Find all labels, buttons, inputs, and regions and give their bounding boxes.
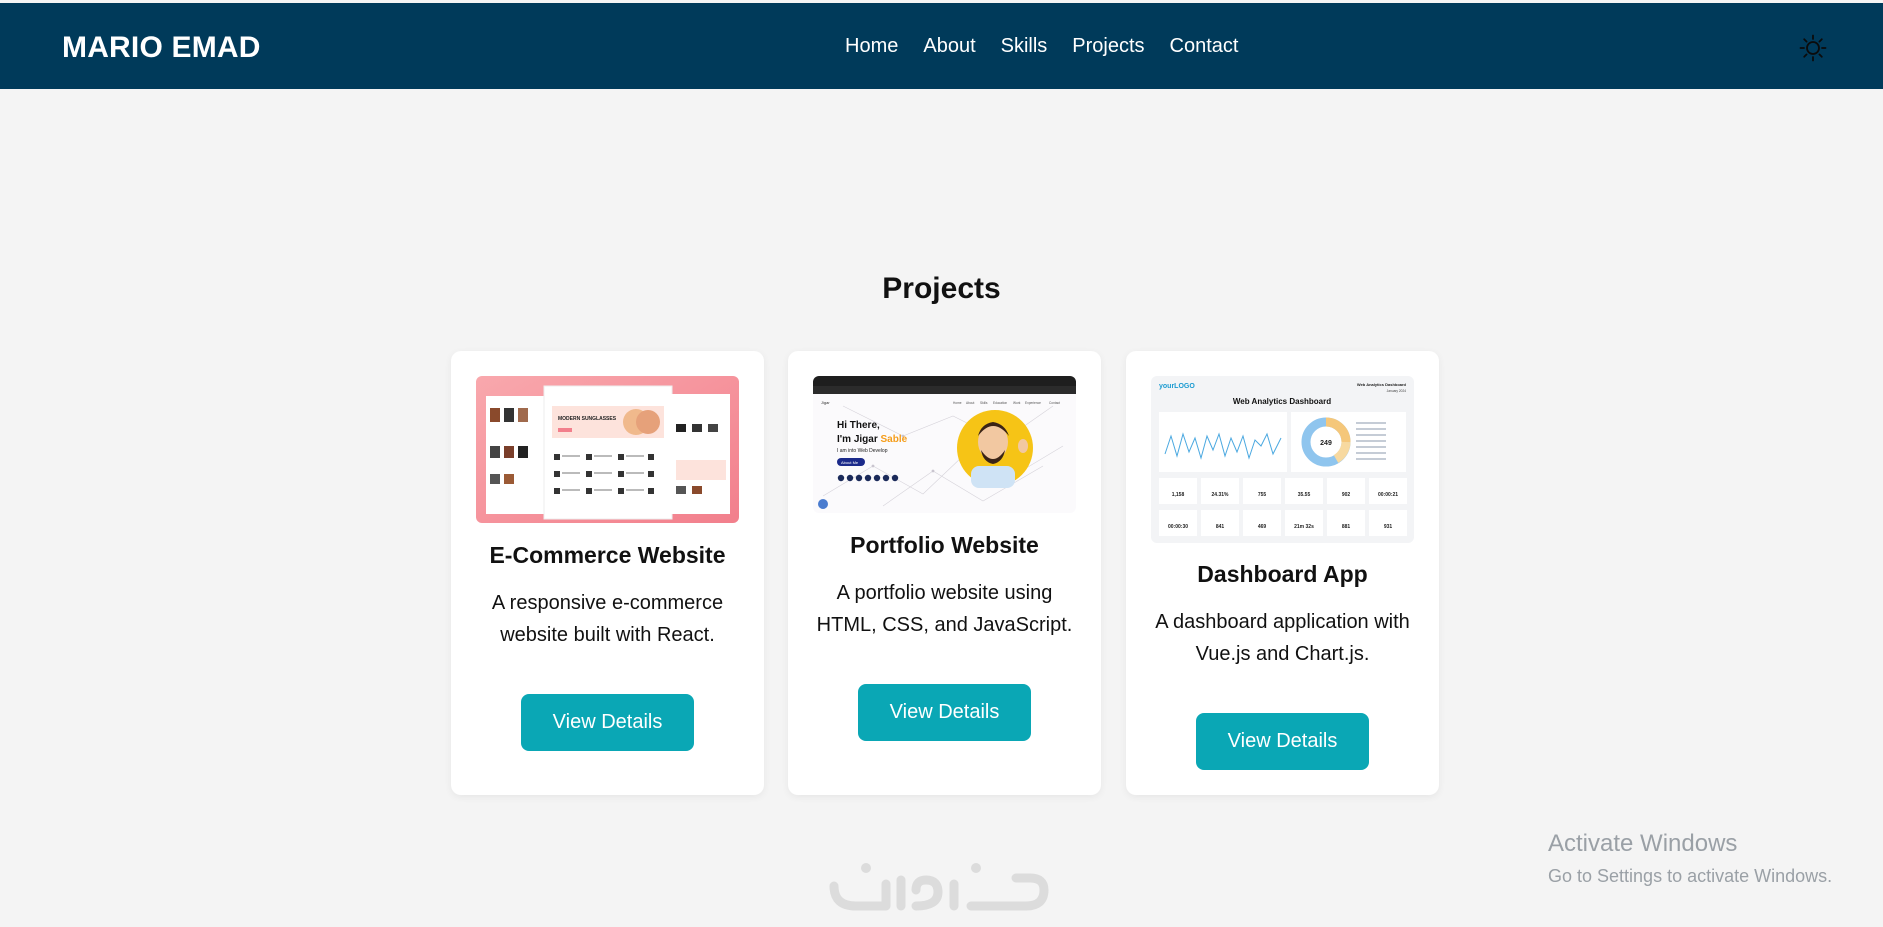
dashboard-title: Web Analytics Dashboard bbox=[1233, 397, 1331, 406]
svg-text:Web Analytics Dashboard: Web Analytics Dashboard bbox=[1357, 382, 1407, 387]
view-details-button[interactable]: View Details bbox=[1196, 713, 1369, 770]
svg-text:Home: Home bbox=[953, 401, 962, 405]
hero-name-prefix: I'm Jigar bbox=[837, 434, 878, 445]
svg-text:1,158: 1,158 bbox=[1172, 492, 1185, 498]
svg-text:00:00:30: 00:00:30 bbox=[1168, 524, 1188, 530]
svg-text:00:00:21: 00:00:21 bbox=[1378, 492, 1398, 498]
activate-subtitle: Go to Settings to activate Windows. bbox=[1548, 866, 1833, 886]
brand-logo[interactable]: MARIO EMAD bbox=[62, 31, 261, 65]
project-card-dashboard: yourLOGO Web Analytics Dashboard January… bbox=[1126, 351, 1439, 795]
donut-value: 249 bbox=[1320, 440, 1332, 447]
svg-text:881: 881 bbox=[1342, 524, 1351, 530]
svg-text:755: 755 bbox=[1258, 492, 1267, 498]
svg-text:469: 469 bbox=[1258, 524, 1267, 530]
project-card-portfolio: Jigar Home About Skills Education Work Exper… bbox=[788, 351, 1101, 795]
dashboard-logo: yourLOGO bbox=[1159, 383, 1195, 390]
portfolio-thumbnail: Jigar Home About Skills Education Work Exper… bbox=[813, 376, 1076, 513]
card-title: Portfolio Website bbox=[850, 532, 1039, 558]
card-description: A dashboard application with Vue.js and … bbox=[1155, 611, 1410, 665]
svg-text:931: 931 bbox=[1384, 524, 1393, 530]
card-description: A responsive e-commerce website built wi… bbox=[491, 592, 724, 646]
hero-greeting: Hi There, bbox=[837, 420, 880, 431]
nav-contact-link[interactable]: Contact bbox=[1170, 35, 1239, 58]
svg-text:21m 32s: 21m 32s bbox=[1294, 524, 1314, 530]
view-details-button[interactable]: View Details bbox=[521, 694, 694, 751]
watermark-logo bbox=[829, 863, 1049, 911]
card-title: Dashboard App bbox=[1197, 561, 1368, 587]
card-description: A portfolio website using HTML, CSS, and… bbox=[816, 582, 1073, 636]
svg-text:841: 841 bbox=[1216, 524, 1225, 530]
main-nav: Home About Skills Projects Contact bbox=[845, 35, 1263, 58]
svg-text:35.55: 35.55 bbox=[1298, 492, 1311, 498]
nav-skills-link[interactable]: Skills bbox=[1001, 35, 1048, 58]
svg-text:902: 902 bbox=[1342, 492, 1351, 498]
svg-text:I'm Jigar Sable: I'm Jigar Sable bbox=[837, 434, 908, 445]
nav-home-link[interactable]: Home bbox=[845, 35, 898, 58]
svg-text:Work: Work bbox=[1013, 401, 1021, 405]
svg-text:About: About bbox=[966, 401, 974, 405]
banner-text: MODERN SUNGLASSES bbox=[558, 416, 617, 422]
sun-icon bbox=[1799, 34, 1827, 62]
ecommerce-thumbnail: MODERN SUNGLASSES bbox=[476, 376, 739, 523]
project-card-ecommerce: MODERN SUNGLASSES E-Commerce Website A r… bbox=[451, 351, 764, 795]
projects-section-title: Projects bbox=[882, 272, 1001, 305]
view-details-button[interactable]: View Details bbox=[858, 684, 1031, 741]
hero-role: I am into Web Develop bbox=[837, 448, 888, 454]
hero-name-highlight: Sable bbox=[881, 434, 908, 445]
card-title: E-Commerce Website bbox=[489, 542, 726, 568]
windows-activation-notice: Activate Windows Go to Settings to activ… bbox=[1548, 830, 1832, 887]
svg-text:Education: Education bbox=[993, 401, 1007, 405]
dashboard-thumbnail: yourLOGO Web Analytics Dashboard January… bbox=[1151, 376, 1414, 543]
svg-text:24.31%: 24.31% bbox=[1212, 492, 1230, 498]
hero-cta: About Me bbox=[841, 460, 859, 465]
theme-toggle-button[interactable] bbox=[1799, 34, 1827, 62]
svg-text:Contact: Contact bbox=[1049, 401, 1060, 405]
svg-text:Jigar: Jigar bbox=[821, 400, 830, 405]
nav-projects-link[interactable]: Projects bbox=[1072, 35, 1144, 58]
svg-text:Skills: Skills bbox=[980, 401, 988, 405]
svg-text:Experience: Experience bbox=[1025, 401, 1041, 405]
nav-about-link[interactable]: About bbox=[923, 35, 975, 58]
activate-title: Activate Windows bbox=[1548, 830, 1738, 857]
navbar: MARIO EMAD Home About Skills Projects Co… bbox=[0, 3, 1883, 89]
svg-text:January 2024: January 2024 bbox=[1387, 389, 1407, 393]
